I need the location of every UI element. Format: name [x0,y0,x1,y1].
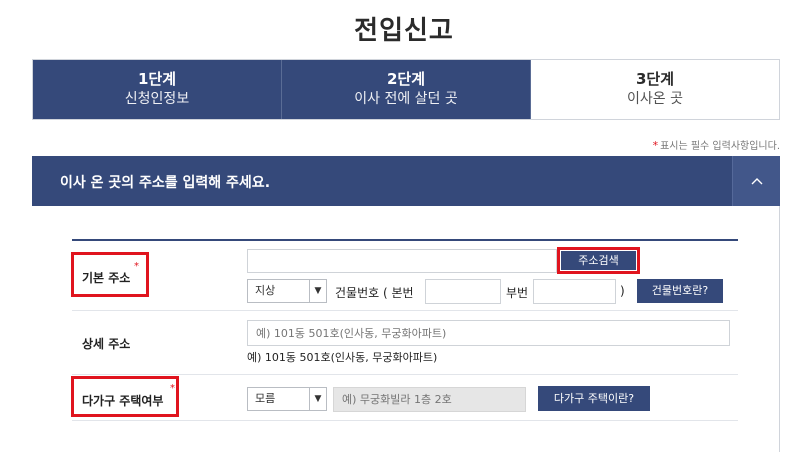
step-1: 1단계 신청인정보 [33,60,282,119]
page-title: 전입신고 [354,16,454,46]
multi-household-help-button[interactable]: 다가구 주택이란? [538,386,650,411]
multi-household-label: 다가구 주택여부 [82,394,164,408]
step-number: 3단계 [635,70,675,88]
section-header: 이사 온 곳의 주소를 입력해 주세요. [32,156,780,206]
step-label: 이사 전에 살던 곳 [354,91,458,107]
required-star: * [652,139,659,152]
building-number-help-button[interactable]: 건물번호란? [637,279,723,303]
address-search-button[interactable]: 주소검색 [561,251,636,270]
close-paren: ) [620,284,625,298]
detail-address-label: 상세 주소 [82,337,131,351]
detail-address-input[interactable] [247,320,730,346]
required-note-text: 표시는 필수 입력사항입니다. [660,141,780,152]
main-number-input[interactable] [425,279,501,304]
required-star: * [170,383,175,394]
required-note: * 표시는 필수 입력사항입니다. [653,137,780,152]
sub-number-input[interactable] [533,279,616,304]
step-label: 이사온 곳 [627,91,683,107]
step-indicator: 1단계 신청인정보 2단계 이사 전에 살던 곳 3단계 이사온 곳 [32,59,780,120]
chevron-down-icon: ▼ [309,388,326,410]
row-divider [72,310,738,311]
step-3-current: 3단계 이사온 곳 [531,60,779,119]
form-top-border [72,239,738,241]
basic-address-label: 기본 주소 [82,271,131,285]
building-number-label: 건물번호 ( 본번 [335,286,414,300]
select-value: 지상 [255,284,276,297]
step-2: 2단계 이사 전에 살던 곳 [282,60,531,119]
unit-detail-input[interactable] [333,387,526,412]
row-divider [72,374,738,375]
detail-address-example: 예) 101동 501호(인사동, 무궁화아파트) [247,351,438,364]
chevron-up-icon [751,178,762,185]
basic-address-input[interactable] [247,249,557,273]
section-title: 이사 온 곳의 주소를 입력해 주세요. [60,175,271,191]
row-divider [72,420,738,421]
ground-type-select[interactable]: 지상 ▼ [247,279,327,303]
collapse-button[interactable] [732,156,780,206]
select-value: 모름 [255,392,276,405]
multi-household-select[interactable]: 모름 ▼ [247,387,327,411]
sub-number-label: 부번 [506,286,529,300]
panel-border [779,206,780,452]
step-number: 1단계 [137,70,177,88]
step-number: 2단계 [386,70,426,88]
step-label: 신청인정보 [124,91,190,107]
required-star: * [134,261,139,272]
chevron-down-icon: ▼ [309,280,326,302]
